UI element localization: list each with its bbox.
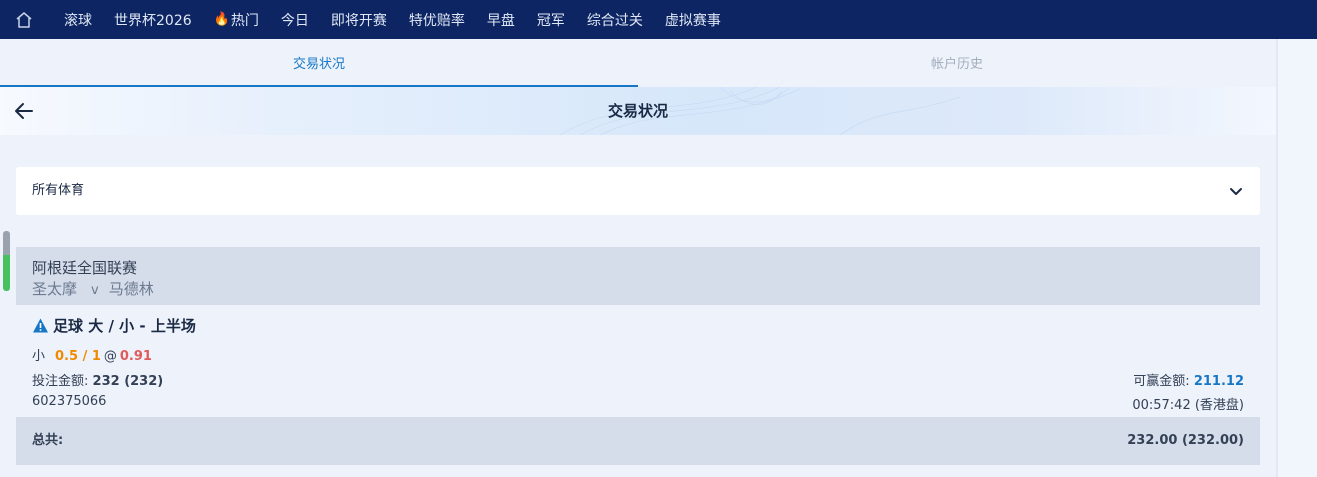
home-icon	[16, 11, 32, 28]
potential-win-info: 可赢金额: 211.12	[1133, 370, 1244, 389]
tab-bar: 交易状况 帐户历史	[0, 39, 1276, 87]
nav-item-live[interactable]: 滚球	[64, 10, 92, 30]
bet-selection: 小 0.5 / 1 @0.91	[32, 345, 152, 364]
ticket-id: 602375066	[32, 394, 107, 409]
nav-item-early[interactable]: 早盘	[487, 10, 515, 30]
stake-info: 投注金额: 232 (232)	[32, 370, 163, 389]
at-symbol: @	[103, 349, 117, 364]
odds-value: 0.91	[119, 349, 152, 364]
sport-filter-dropdown[interactable]: 所有体育	[16, 167, 1260, 215]
nav-item-world-cup[interactable]: 世界杯2026	[114, 10, 192, 30]
page-title: 交易状况	[607, 102, 668, 120]
win-value: 211.12	[1193, 374, 1244, 389]
total-row: 总共: 232.00 (232.00)	[16, 417, 1260, 465]
nav-item-hot-label: 热门	[230, 12, 259, 29]
nav-item-virtual[interactable]: 虚拟赛事	[665, 10, 721, 30]
total-value: 232.00 (232.00)	[1127, 433, 1244, 448]
bet-time: 00:57:42 (香港盘)	[1132, 398, 1244, 413]
tab-account-history[interactable]: 帐户历史	[638, 39, 1276, 87]
handicap-line: 0.5 / 1	[55, 349, 101, 364]
league-name: 阿根廷全国联赛	[32, 259, 138, 277]
fire-icon: 🔥	[213, 12, 230, 27]
right-side-panel	[1276, 39, 1317, 477]
bet-market-title: 足球 大 / 小 - 上半场	[32, 315, 196, 336]
selection-label: 小	[32, 349, 46, 364]
scroll-indicator[interactable]	[3, 231, 10, 291]
sport-filter-value: 所有体育	[32, 183, 85, 198]
main-panel: 交易状况 帐户历史 交易状况 所有体育 阿根廷全国联赛 圣太摩 v 马德林 足球…	[0, 39, 1276, 477]
home-button[interactable]	[0, 0, 48, 39]
page-header: 交易状况	[0, 87, 1276, 135]
nav-item-today[interactable]: 今日	[281, 10, 309, 30]
stake-label: 投注金额:	[32, 374, 89, 389]
chevron-down-icon	[1230, 188, 1242, 195]
tab-transactions[interactable]: 交易状况	[0, 39, 638, 87]
home-team: 圣太摩	[32, 280, 78, 298]
bet-market-label: 足球 大 / 小 - 上半场	[53, 317, 196, 335]
nav-item-best-odds[interactable]: 特优赔率	[409, 10, 465, 30]
scroll-indicator-track	[3, 231, 10, 255]
league-header: 阿根廷全国联赛 圣太摩 v 马德林	[16, 247, 1260, 305]
match-teams: 圣太摩 v 马德林	[32, 278, 154, 299]
bet-card: 足球 大 / 小 - 上半场 小 0.5 / 1 @0.91 投注金额: 232 (…	[16, 305, 1260, 417]
away-team: 马德林	[108, 280, 154, 298]
top-nav-bar: 滚球 世界杯2026 🔥 热门 今日 即将开赛 特优赔率 早盘 冠军 综合过关 …	[0, 0, 1317, 39]
win-label: 可赢金额:	[1133, 374, 1190, 389]
stake-value: 232 (232)	[92, 374, 164, 389]
total-label: 总共:	[32, 433, 64, 448]
nav-item-outright[interactable]: 冠军	[537, 10, 565, 30]
nav-item-upcoming[interactable]: 即将开赛	[331, 10, 387, 30]
nav-item-parlay[interactable]: 综合过关	[587, 10, 643, 30]
vs-label: v	[91, 283, 99, 298]
scroll-indicator-thumb	[3, 255, 10, 291]
nav-item-hot[interactable]: 🔥 热门	[214, 10, 259, 30]
warning-icon	[33, 318, 48, 333]
